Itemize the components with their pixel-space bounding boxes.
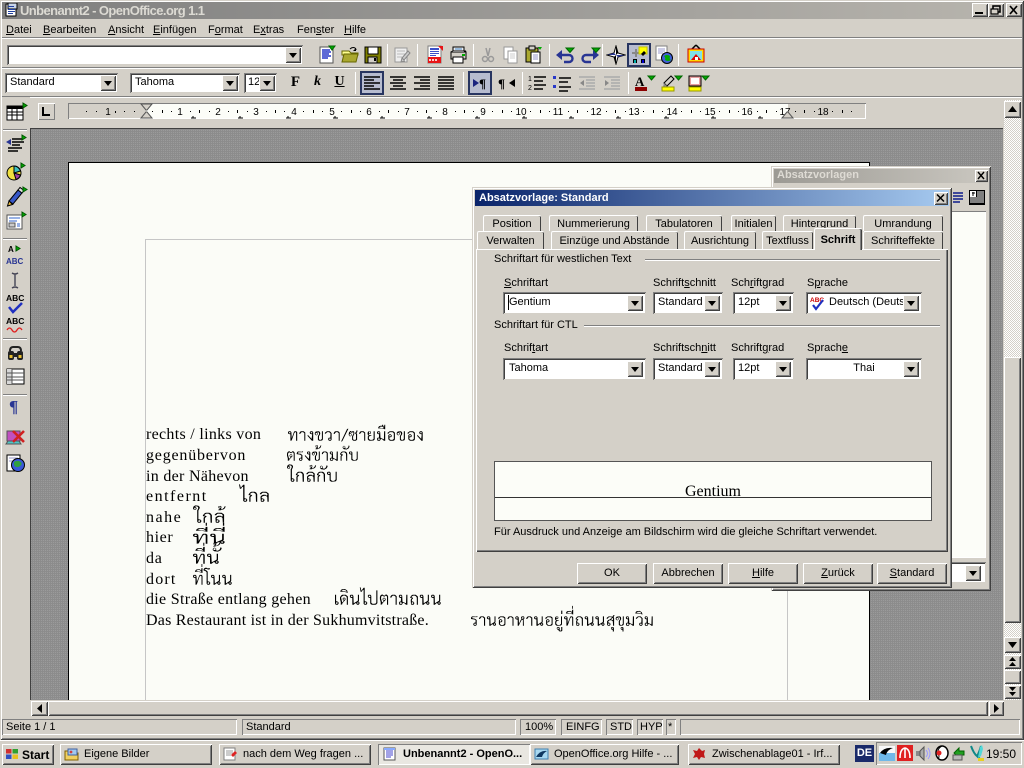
svg-text:5: 5	[329, 107, 335, 118]
svg-text:A: A	[635, 74, 645, 89]
svg-text:ABC: ABC	[6, 316, 24, 326]
svg-text:14: 14	[666, 107, 678, 118]
svg-text:18: 18	[817, 107, 829, 118]
svg-text:1: 1	[105, 107, 111, 118]
svg-text:1: 1	[528, 76, 532, 83]
svg-text:16: 16	[741, 107, 753, 118]
svg-text:7: 7	[404, 107, 410, 118]
svg-text:ABC: ABC	[6, 293, 24, 303]
svg-text:15: 15	[704, 107, 716, 118]
svg-text:12: 12	[590, 107, 602, 118]
svg-text:3: 3	[253, 107, 259, 118]
svg-text:2: 2	[528, 85, 532, 92]
svg-text:1: 1	[177, 107, 183, 118]
svg-text:ABC: ABC	[6, 257, 24, 266]
svg-text:¶: ¶	[498, 76, 505, 91]
svg-text:4: 4	[291, 107, 297, 118]
svg-text:A: A	[8, 245, 14, 254]
svg-text:9: 9	[480, 107, 486, 118]
svg-text:2: 2	[215, 107, 221, 118]
svg-text:11: 11	[553, 107, 564, 118]
svg-text:¶: ¶	[479, 76, 486, 91]
svg-text:13: 13	[628, 107, 640, 118]
svg-text:8: 8	[442, 107, 448, 118]
svg-text:6: 6	[366, 107, 372, 118]
svg-text:10: 10	[515, 107, 527, 118]
